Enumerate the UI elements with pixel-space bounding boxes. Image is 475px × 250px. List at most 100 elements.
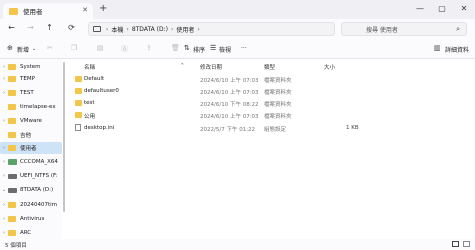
file-name: Default [84, 76, 105, 82]
folder-icon [75, 112, 82, 118]
tab-users[interactable]: 使用者 ✕ [3, 3, 93, 19]
sidebar-item-temp[interactable]: › TEMP [0, 73, 62, 85]
folder-icon [8, 145, 16, 151]
folder-icon [8, 132, 16, 138]
sidebar-item-users[interactable]: › 使用者 [0, 142, 62, 154]
sidebar-item-label: UEFI_NTFS (F: [20, 173, 58, 179]
sidebar-item-label: VMware [20, 118, 42, 124]
breadcrumb-separator[interactable]: › [197, 26, 199, 33]
details-view-icon[interactable] [452, 241, 459, 247]
folder-icon [8, 216, 16, 222]
file-size: 1 KB [346, 125, 359, 131]
scrollbar-thumb[interactable] [63, 62, 65, 212]
cut-icon[interactable]: ✂ [47, 44, 53, 52]
chevron-down-icon[interactable]: ⌄ [0, 187, 8, 193]
column-header-date[interactable]: 修改日期 [200, 63, 222, 71]
breadcrumb-users[interactable]: 使用者 [176, 25, 194, 34]
sidebar-item-label: 8TDATA (D:) [20, 187, 54, 193]
column-header-type[interactable]: 類型 [264, 63, 275, 71]
file-row[interactable]: desktop.ini 2022/5/7 下午 01:22 組態設定 1 KB [66, 122, 475, 134]
file-row[interactable]: defaultuser0 2024/6/10 上午 07:03 檔案資料夾 [66, 85, 475, 97]
search-icon: ⌕ [456, 25, 460, 33]
status-bar: 5 個項目 [0, 239, 475, 250]
window-controls: — ▢ ✕ [409, 0, 475, 19]
tiles-view-icon[interactable] [463, 241, 470, 247]
file-row[interactable]: test 2024/6/10 下午 08:22 檔案資料夾 [66, 97, 475, 109]
paste-icon[interactable]: ▤ [97, 44, 104, 52]
chevron-right-icon[interactable]: › [0, 230, 8, 236]
sidebar-item-guitar[interactable]: 吉他 [0, 129, 62, 141]
chevron-right-icon[interactable]: › [0, 216, 8, 222]
chevron-down-icon: ⌄ [32, 46, 37, 52]
file-type: 檔案資料夾 [264, 114, 292, 120]
close-window-button[interactable]: ✕ [453, 0, 475, 19]
sidebar-item-label: 20240407tim [20, 202, 58, 208]
chevron-right-icon[interactable]: › [0, 159, 8, 165]
folder-icon [8, 202, 16, 208]
disc-drive-icon [8, 159, 17, 165]
sort-button[interactable]: 排序 [193, 45, 205, 54]
search-placeholder: 搜尋 使用者 [366, 26, 398, 34]
up-button[interactable]: ↑ [44, 23, 55, 32]
folder-icon [8, 118, 16, 124]
chevron-right-icon[interactable]: › [0, 118, 8, 124]
tab-close-button[interactable]: ✕ [82, 6, 88, 14]
sidebar-item-label: TEST [20, 90, 34, 96]
new-button[interactable]: 新增 [17, 45, 29, 54]
forward-button[interactable]: → [25, 23, 36, 32]
sidebar-item-vmware[interactable]: › VMware [0, 115, 62, 127]
sidebar-item-label: Antivirus [20, 216, 45, 222]
chevron-right-icon[interactable]: › [0, 173, 8, 179]
file-row[interactable]: 公用 2024/6/10 上午 07:03 檔案資料夾 [66, 109, 475, 121]
back-button[interactable]: ← [6, 23, 17, 32]
details-pane-icon[interactable]: ▥ [434, 44, 441, 52]
folder-icon [8, 90, 16, 96]
sidebar-item-test[interactable]: › TEST [0, 87, 62, 99]
share-icon[interactable]: ⇪ [146, 44, 152, 52]
details-pane-button[interactable]: 詳細資料 [445, 45, 469, 54]
sidebar-item-arc[interactable]: › ARC [0, 227, 62, 239]
file-type: 組態設定 [264, 127, 287, 133]
breadcrumb-drive[interactable]: 8TDATA (D:) [132, 26, 168, 33]
file-row[interactable]: Default 2024/6/10 上午 07:03 檔案資料夾 [66, 73, 475, 85]
sidebar-item-antivirus[interactable]: › Antivirus [0, 213, 62, 225]
maximize-button[interactable]: ▢ [431, 0, 453, 19]
minimize-button[interactable]: — [409, 0, 431, 19]
breadcrumb-this-pc[interactable]: 本機 [111, 25, 123, 34]
sidebar-item-label: TEMP [20, 76, 35, 82]
sidebar-item-uefi-ntfs[interactable]: › UEFI_NTFS (F: [0, 170, 62, 182]
view-button[interactable]: 檢視 [219, 45, 231, 54]
sort-icon[interactable]: ⇅ [184, 44, 190, 52]
folder-icon [8, 230, 16, 236]
file-date: 2024/6/10 上午 07:03 [200, 78, 259, 84]
chevron-right-icon[interactable]: › [0, 145, 8, 151]
title-bar: 使用者 ✕ + — ▢ ✕ [0, 0, 475, 19]
command-bar: ⊕ 新增 ⌄ ✂ ❐ ▤ Ⓐ ⇪ 🗑 ⇅ 排序 ☰ 檢視 ··· ▥ 詳細資料 [0, 39, 475, 59]
sidebar-item-8tdata[interactable]: ⌄ 8TDATA (D:) [0, 184, 62, 196]
more-options-button[interactable]: ··· [241, 45, 247, 52]
navigation-pane: › System › TEMP › TEST timelapse-ex › VM… [0, 59, 62, 239]
chevron-right-icon[interactable]: › [0, 64, 8, 70]
address-bar[interactable]: › 本機 › 8TDATA (D:) › 使用者 › [88, 22, 335, 36]
new-tab-button[interactable]: + [99, 4, 107, 14]
rename-icon[interactable]: Ⓐ [121, 44, 128, 54]
chevron-right-icon[interactable]: › [0, 90, 8, 96]
delete-icon[interactable]: 🗑 [171, 44, 180, 52]
file-name: defaultuser0 [84, 88, 119, 94]
search-box[interactable]: 搜尋 使用者 ⌕ [341, 22, 467, 36]
new-icon[interactable]: ⊕ [7, 44, 13, 52]
address-row: ← → ↑ ⟳ › 本機 › 8TDATA (D:) › 使用者 › 搜尋 使用… [0, 19, 475, 39]
column-header-name[interactable]: 名稱 [84, 63, 95, 71]
view-icon[interactable]: ☰ [210, 44, 216, 52]
file-type: 檔案資料夾 [264, 102, 292, 108]
chevron-right-icon[interactable]: › [0, 202, 8, 208]
chevron-right-icon[interactable]: › [0, 76, 8, 82]
sidebar-item-20240407[interactable]: › 20240407tim [0, 199, 62, 211]
folder-icon [9, 7, 18, 15]
sidebar-item-system[interactable]: › System [0, 61, 62, 73]
refresh-button[interactable]: ⟳ [66, 23, 77, 32]
sidebar-item-timelapse[interactable]: timelapse-ex [0, 101, 62, 113]
column-header-size[interactable]: 大小 [324, 63, 335, 71]
sidebar-item-cccoma[interactable]: › CCCOMA_X64 [0, 156, 62, 168]
copy-icon[interactable]: ❐ [71, 44, 77, 52]
